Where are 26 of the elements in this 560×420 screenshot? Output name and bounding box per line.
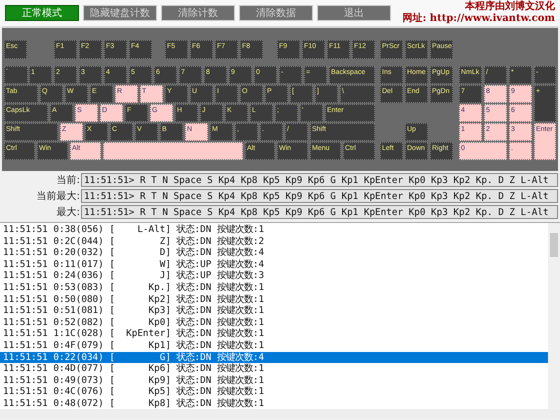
- credit-text: 本程序由刘博文汉化: [465, 1, 555, 13]
- log-row[interactable]: 11:51:51 0:38(056) [ L-Alt] 状态:DN 按键次数:1: [0, 224, 548, 236]
- log-row[interactable]: 11:51:51 0:24(036) [ J] 状态:UP 按键次数:3: [0, 270, 548, 282]
- log-row[interactable]: 11:51:51 0:11(017) [ W] 状态:UP 按键次数:4: [0, 258, 548, 270]
- log-row[interactable]: 11:51:51 0:50(080) [ Kp2] 状态:DN 按键次数:1: [0, 294, 548, 306]
- readout-field: 11:51:51> R T N Space S Kp4 Kp8 Kp5 Kp9 Kp6 G Kp1 KpEnter Kp0 Kp3 Kp2 Kp. D Z L-Alt: [81, 204, 558, 218]
- log-row[interactable]: 11:51:51 0:52(082) [ Kp0] 状态:DN 按键次数:1: [0, 316, 548, 328]
- toolbar-button[interactable]: 正常模式: [5, 5, 79, 21]
- scrollbar[interactable]: [548, 223, 560, 409]
- log-row[interactable]: 11:51:51 0:2C(044) [ Z] 状态:DN 按键次数:2: [0, 236, 548, 248]
- log-row[interactable]: 11:51:51 0:4D(077) [ Kp6] 状态:DN 按键次数:1: [0, 363, 548, 375]
- log-row[interactable]: 11:51:51 1:1C(028) [ KpEnter] 状态:DN 按键次数:1: [0, 328, 548, 340]
- readout-field: 11:51:51> R T N Space S Kp4 Kp8 Kp5 Kp9 Kp6 G Kp1 KpEnter Kp0 Kp3 Kp2 Kp. D Z L-Alt: [81, 172, 558, 186]
- log-row[interactable]: 11:51:51 0:51(081) [ Kp3] 状态:DN 按键次数:1: [0, 305, 548, 317]
- log-row[interactable]: 11:51:51 0:48(072) [ Kp8] 状态:DN 按键次数:1: [0, 398, 548, 410]
- readout-field: 11:51:51> R T N Space S Kp4 Kp8 Kp5 Kp9 Kp6 G Kp1 KpEnter Kp0 Kp3 Kp2 Kp. D Z L-Alt: [81, 188, 558, 202]
- log-row[interactable]: 11:51:51 0:22(034) [ G] 状态:DN 按键次数:4: [0, 352, 548, 364]
- log-row[interactable]: 11:51:51 0:49(073) [ Kp9] 状态:DN 按键次数:1: [0, 374, 548, 386]
- log-row[interactable]: 11:51:51 0:4F(079) [ Kp1] 状态:DN 按键次数:1: [0, 340, 548, 352]
- log-row[interactable]: 11:51:51 0:20(032) [ D] 状态:DN 按键次数:4: [0, 247, 548, 259]
- readout-label: 当前最大:: [36, 190, 80, 202]
- log-row[interactable]: 11:51:51 0:4C(076) [ Kp5] 状态:DN 按键次数:1: [0, 386, 548, 398]
- readout-label: 最大:: [56, 206, 80, 218]
- readout-label: 当前:: [56, 174, 80, 186]
- log-row[interactable]: 11:51:51 0:53(083) [ Kp.] 状态:DN 按键次数:1: [0, 282, 548, 294]
- credit-text: 网址: http://www.ivantw.com: [402, 13, 555, 25]
